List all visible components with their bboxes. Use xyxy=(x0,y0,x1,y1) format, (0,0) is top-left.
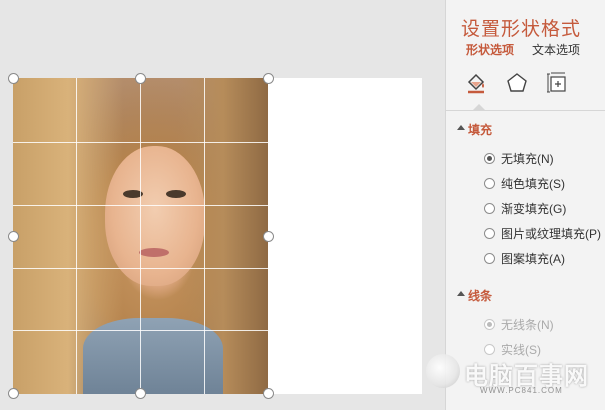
tab-text-options[interactable]: 文本选项 xyxy=(532,41,580,58)
grid-line-horizontal xyxy=(13,205,268,206)
collapse-triangle-icon xyxy=(457,291,465,296)
fill-line-icon[interactable] xyxy=(463,70,489,96)
radio-label: 渐变填充(G) xyxy=(501,201,567,216)
radio-gradient-fill[interactable]: 渐变填充(G) xyxy=(484,200,566,216)
site-watermark: 电脑百事网 WWW.PC841.COM xyxy=(420,352,605,404)
resize-handle-top-right[interactable] xyxy=(263,73,274,84)
resize-handle-top[interactable] xyxy=(135,73,146,84)
grid-line-horizontal xyxy=(13,142,268,143)
radio-label: 图案填充(A) xyxy=(501,251,565,266)
radio-icon xyxy=(484,252,495,264)
collapse-triangle-icon xyxy=(457,125,465,130)
radio-icon xyxy=(484,318,495,330)
tab-shape-options[interactable]: 形状选项 xyxy=(466,41,514,58)
radio-label: 无填充(N) xyxy=(501,151,554,166)
photo-lips xyxy=(139,248,169,257)
radio-icon xyxy=(484,152,495,164)
grid-line-vertical xyxy=(140,78,141,394)
panel-divider xyxy=(446,110,605,111)
format-shape-panel: 设置形状格式 形状选项 文本选项 填充 无填充(N) 纯色填充(S) 渐变填充(… xyxy=(445,0,605,410)
watermark-logo-icon xyxy=(426,354,460,388)
grid-line-vertical xyxy=(76,78,77,394)
grid-line-horizontal xyxy=(13,330,268,331)
fill-section-title: 填充 xyxy=(468,123,493,137)
slide-canvas xyxy=(0,0,445,410)
line-section-header[interactable]: 线条 xyxy=(457,287,493,304)
panel-title: 设置形状格式 xyxy=(461,19,582,40)
size-properties-icon[interactable] xyxy=(544,70,570,96)
grid-line-horizontal xyxy=(13,268,268,269)
radio-no-line[interactable]: 无线条(N) xyxy=(484,316,554,332)
resize-handle-right[interactable] xyxy=(263,231,274,242)
resize-handle-left[interactable] xyxy=(8,231,19,242)
line-section-title: 线条 xyxy=(468,289,493,303)
radio-label: 图片或纹理填充(P) xyxy=(501,226,601,241)
resize-handle-top-left[interactable] xyxy=(8,73,19,84)
resize-handle-bottom-right[interactable] xyxy=(263,388,274,399)
radio-picture-texture-fill[interactable]: 图片或纹理填充(P) xyxy=(484,225,601,241)
radio-icon xyxy=(484,227,495,239)
radio-label: 纯色填充(S) xyxy=(501,176,565,191)
radio-pattern-fill[interactable]: 图案填充(A) xyxy=(484,250,565,266)
radio-solid-fill[interactable]: 纯色填充(S) xyxy=(484,175,565,191)
effects-pentagon-icon[interactable] xyxy=(504,70,530,96)
photo-eye-right xyxy=(166,190,186,198)
watermark-url: WWW.PC841.COM xyxy=(480,386,563,395)
resize-handle-bottom[interactable] xyxy=(135,388,146,399)
radio-no-fill[interactable]: 无填充(N) xyxy=(484,150,554,166)
radio-icon xyxy=(484,202,495,214)
grid-line-vertical xyxy=(204,78,205,394)
radio-label: 无线条(N) xyxy=(501,317,554,332)
slide-page xyxy=(268,78,422,394)
resize-handle-bottom-left[interactable] xyxy=(8,388,19,399)
radio-icon xyxy=(484,177,495,189)
photo-face xyxy=(105,146,205,286)
fill-section-header[interactable]: 填充 xyxy=(457,121,493,138)
